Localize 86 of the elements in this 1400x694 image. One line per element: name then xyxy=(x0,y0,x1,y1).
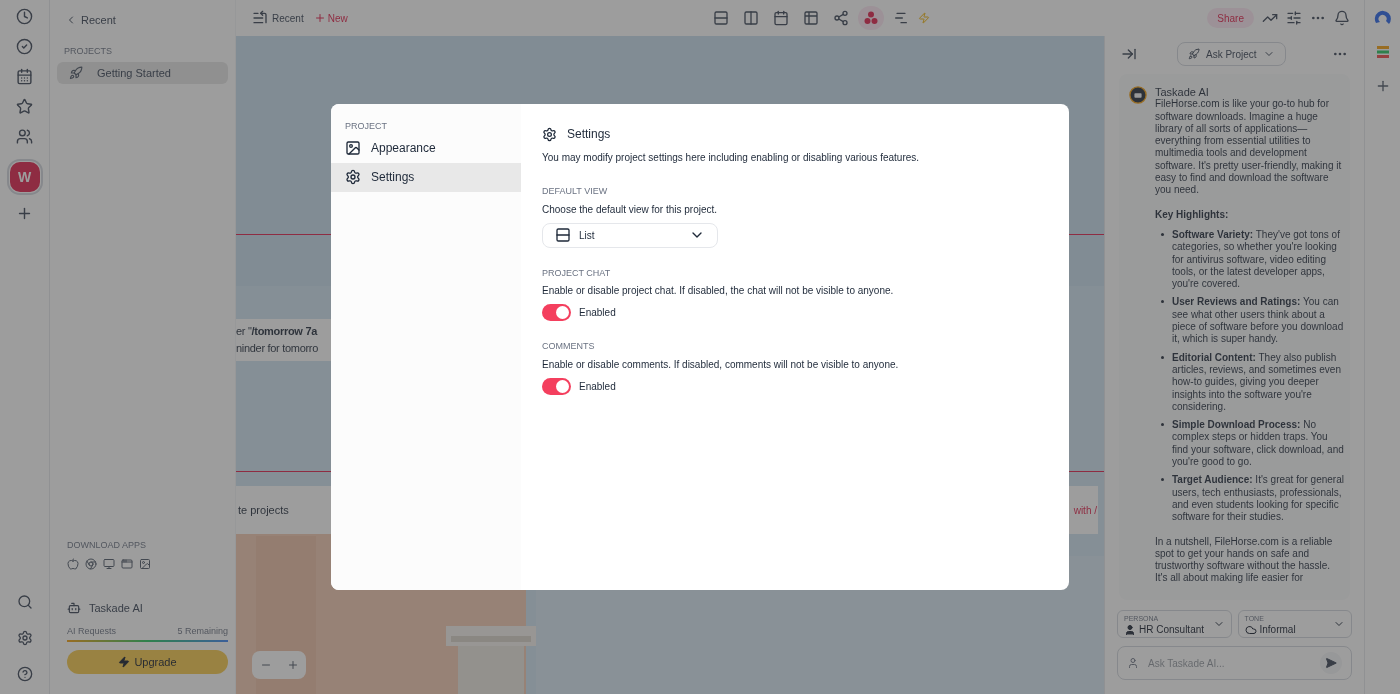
bullet-icon xyxy=(1161,300,1164,304)
section-label: DOWNLOAD APPS xyxy=(67,538,148,552)
highlight-item: Target Audience: It's great for general users, tech enthusiasts, professionals, and even students looking for specific software for their studies. xyxy=(1172,474,1344,524)
field-hint: Enable or disable project chat. If disabled, the chat will not be visible to anyone. xyxy=(542,284,895,298)
search-icon[interactable] xyxy=(16,594,33,610)
task-text: ninder for tomorro xyxy=(236,341,319,356)
new-button[interactable]: New xyxy=(313,10,348,26)
project-item[interactable]: Getting Started xyxy=(57,62,228,84)
apple-icon[interactable] xyxy=(67,558,79,570)
toggle-switch[interactable] xyxy=(542,377,571,395)
gantt-icon xyxy=(892,10,909,26)
browser-icon[interactable] xyxy=(85,558,97,570)
sender-name: Taskade AI xyxy=(1155,86,1210,99)
stack-icon[interactable] xyxy=(1374,44,1391,60)
view-tab[interactable] xyxy=(857,6,884,30)
dots-cluster-icon xyxy=(862,10,879,26)
default-view-select[interactable]: List xyxy=(542,222,718,248)
calendar-icon xyxy=(772,10,789,26)
send-icon xyxy=(1325,657,1337,669)
help-icon[interactable] xyxy=(16,666,33,682)
collapse-icon[interactable] xyxy=(1121,46,1137,62)
bullet-icon xyxy=(1161,423,1164,427)
field-label: PROJECT CHAT xyxy=(542,266,612,280)
field-hint: Choose the default view for this project. xyxy=(542,202,719,217)
person-icon xyxy=(1127,657,1139,669)
highlight-item: User Reviews and Ratings: You can see what other users think about a piece of software before you download it, which is super handy. xyxy=(1172,296,1344,346)
back-link[interactable]: Recent xyxy=(65,12,228,29)
people-icon[interactable] xyxy=(16,128,33,145)
board-view-icon xyxy=(742,10,759,26)
sliders-icon[interactable] xyxy=(1286,10,1302,26)
image-icon xyxy=(345,140,361,156)
zoom-in-icon[interactable] xyxy=(286,659,299,671)
workspace-avatar[interactable]: W xyxy=(9,162,40,192)
field-hint: Enable or disable comments. If disabled, comments will not be visible to anyone. xyxy=(542,357,900,372)
assistant-avatar xyxy=(1129,86,1147,104)
list-view-icon xyxy=(555,227,571,243)
dialog-title: Settings xyxy=(567,126,611,143)
robot-icon xyxy=(67,601,81,616)
nav-item[interactable]: Settings xyxy=(331,162,521,192)
recent-button[interactable]: Recent xyxy=(252,10,304,26)
calendar-icon[interactable] xyxy=(16,68,33,85)
lightning-icon xyxy=(917,12,930,24)
highlights-heading: Key Highlights: xyxy=(1155,208,1230,221)
bullet-icon xyxy=(1161,232,1164,236)
plus-icon xyxy=(313,12,326,24)
highlight-item: Simple Download Process: No complex steps or hidden traps. You find your software, click download, and you're good to go. xyxy=(1172,419,1344,469)
add-icon[interactable] xyxy=(16,205,33,222)
clock-icon[interactable] xyxy=(16,8,33,25)
task-text: te projects xyxy=(238,502,289,518)
link-text: with / xyxy=(1073,503,1097,518)
toggle-state: Enabled xyxy=(579,306,616,320)
cloud-icon xyxy=(1244,623,1257,636)
share-button[interactable]: Share xyxy=(1207,8,1254,28)
settings-icon xyxy=(345,169,361,185)
toggle-switch[interactable] xyxy=(542,304,571,321)
message-text: FileHorse.com is like your go-to hub for software downloads. Imagine a huge library of all sorts of applications—everything from essential utilities to multimedia tools and development software. It's pretty user-friendly, making it easy to find and download the software you need. xyxy=(1155,98,1343,197)
section-label: PROJECTS xyxy=(64,44,113,58)
highlight-item: Software Variety: They've got tons of categories, so whether you're looking for antivirus software, video editing tools, or the latest developer apps, you're covered. xyxy=(1172,228,1341,291)
person-icon xyxy=(1124,623,1136,636)
rocket-icon xyxy=(1188,48,1200,60)
section-label: PROJECT xyxy=(345,120,388,133)
settings-icon[interactable] xyxy=(16,630,33,646)
list-icon xyxy=(252,10,268,26)
rocket-icon xyxy=(69,66,83,80)
message-text: In a nutshell, FileHorse.com is a reliable spot to get your hands on safe and trustworthy software without the hassle. It's all about making life easier for xyxy=(1155,535,1334,585)
ask-project-dropdown[interactable]: Ask Project xyxy=(1177,42,1286,66)
star-icon[interactable] xyxy=(16,98,33,115)
highlight-item: Editorial Content: They also publish articles, reviews, and sometimes even how-to guides, giving you deeper insights into the software you're considering. xyxy=(1172,351,1342,414)
remaining-count: 5 Remaining xyxy=(177,624,228,638)
checkmark-icon[interactable] xyxy=(16,38,33,55)
list-view-icon xyxy=(712,10,729,26)
task-text: er "/tomorrow 7a xyxy=(236,324,317,339)
description-text: You may modify project settings here including enabling or disabling various features. xyxy=(542,151,921,165)
settings-icon xyxy=(542,126,557,142)
lightning-icon xyxy=(118,656,131,668)
field-label: COMMENTS xyxy=(542,340,596,353)
nodes-icon xyxy=(832,10,849,26)
toggle-state: Enabled xyxy=(579,379,616,394)
upgrade-button[interactable]: Upgrade xyxy=(67,650,228,674)
requests-label: AI Requests xyxy=(67,624,117,638)
bullet-icon xyxy=(1161,355,1164,359)
ai-title: Taskade AI xyxy=(89,601,143,616)
table-icon xyxy=(802,10,819,26)
bullet-icon xyxy=(1161,478,1164,482)
field-label: DEFAULT VIEW xyxy=(542,185,609,198)
bell-icon[interactable] xyxy=(1334,10,1350,26)
